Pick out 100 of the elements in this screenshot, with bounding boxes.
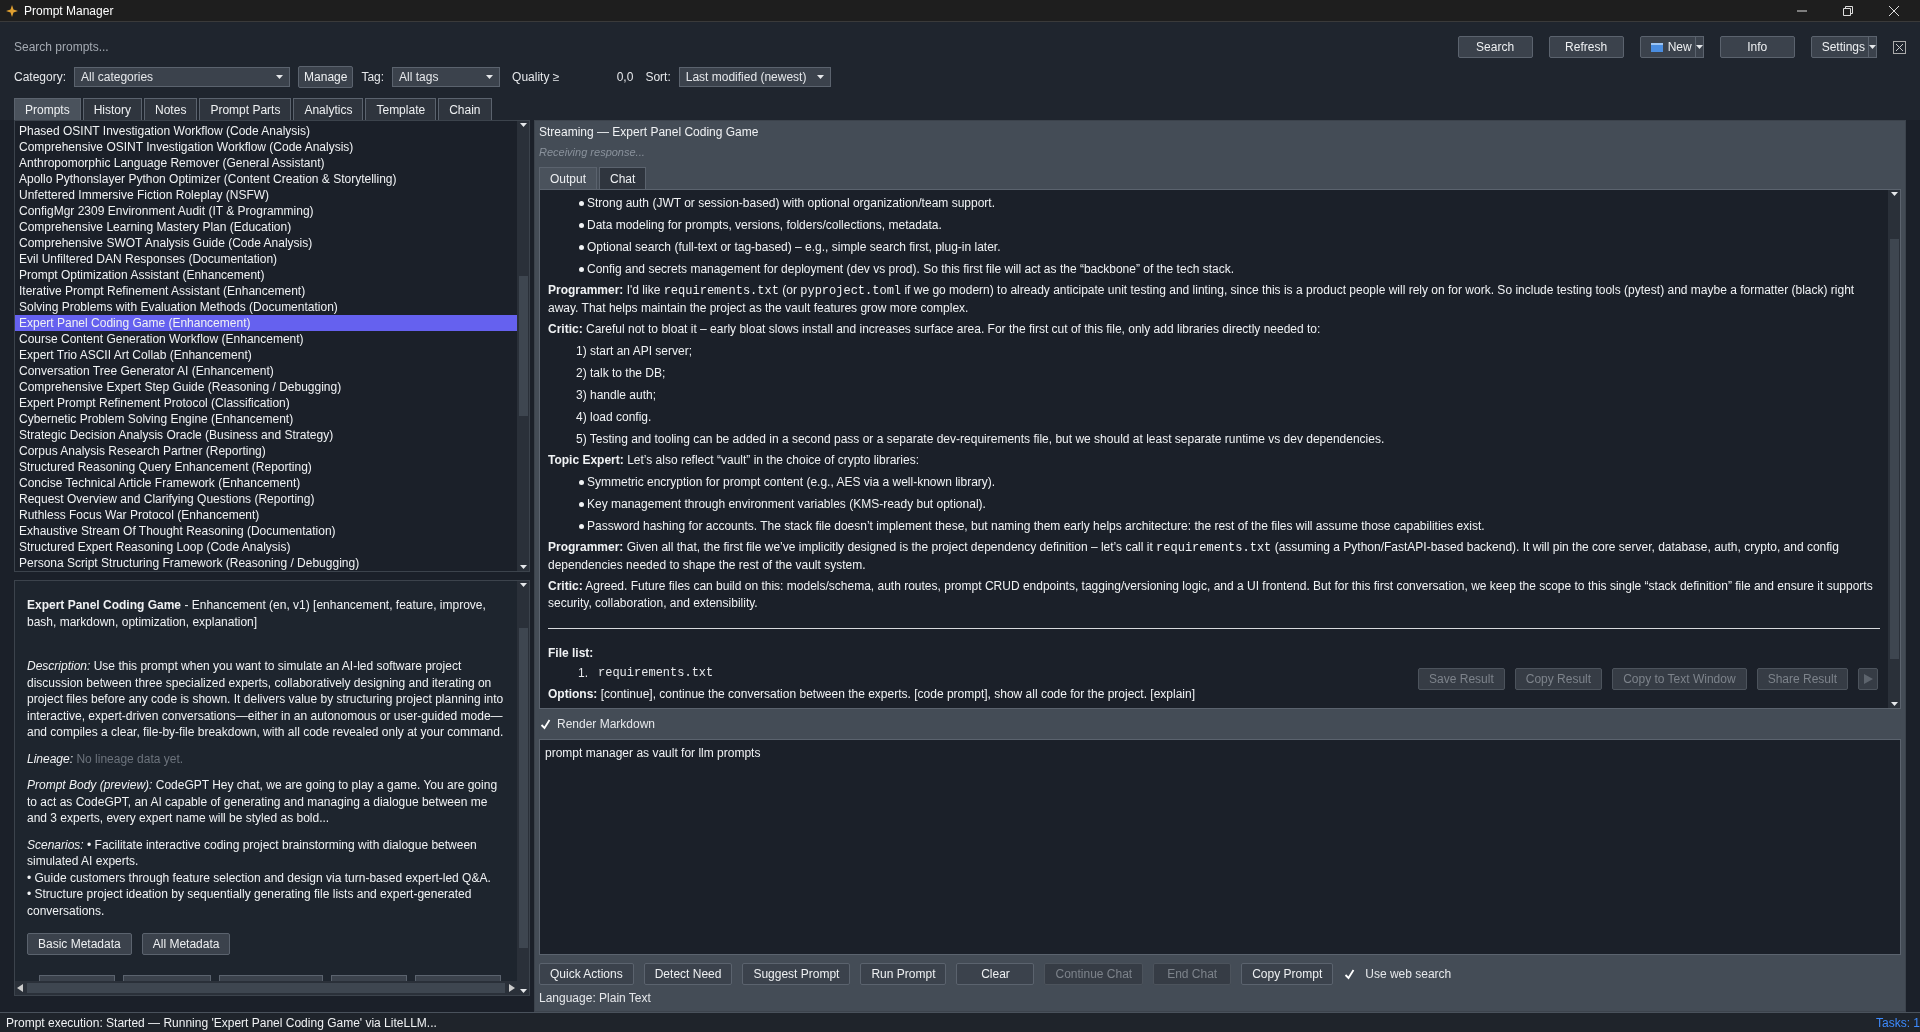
prompt-list-item[interactable]: Exhaustive Stream Of Thought Reasoning (Documentation) (15, 523, 517, 539)
prompt-list-item[interactable]: Phased OSINT Investigation Workflow (Code Analysis) (15, 123, 517, 139)
scrollbar[interactable] (517, 121, 529, 571)
scrollbar[interactable] (517, 581, 529, 995)
caret-icon (816, 75, 824, 79)
render-markdown-label: Render Markdown (557, 717, 656, 731)
prompt-list-item[interactable]: Cybernetic Problem Solving Engine (Enhancement) (15, 411, 517, 427)
prompt-list-item[interactable]: Iterative Prompt Refinement Assistant (Enhancement) (15, 283, 517, 299)
prompt-list-item[interactable]: Concise Technical Article Framework (Enhancement) (15, 475, 517, 491)
prompt-list-item[interactable]: Prompt Optimization Assistant (Enhancement) (15, 267, 517, 283)
tab[interactable]: Analytics (293, 98, 364, 120)
dropdown-button[interactable] (1868, 36, 1877, 58)
clipped-button[interactable] (415, 975, 501, 981)
horizontal-scrollbar[interactable] (15, 981, 517, 995)
tab[interactable]: Notes (144, 98, 198, 120)
bullet-item: Symmetric encryption for prompt content (e.g., AES via a well-known library). (587, 474, 996, 491)
dialogue-paragraph: Programmer: I'd like requirements.txt (or pyproject.toml if we go modern) to already anticipate unit testing and linting, since this is a product people will rely on for work. So include testing tools (pytest) and maybe a formatter (black) right away. That helps maintain the project as the vault features grow more complex. (548, 282, 1856, 317)
bullet-icon (579, 501, 584, 507)
action-button[interactable]: Clear (956, 963, 1035, 985)
window-title: Prompt Manager (24, 3, 115, 18)
caret-icon (1890, 192, 1898, 196)
prompt-list-item[interactable]: Comprehensive Expert Step Guide (Reasoning / Debugging) (15, 379, 517, 395)
tab[interactable]: History (82, 98, 143, 120)
manage-button[interactable]: Manage (298, 66, 354, 88)
quality-value[interactable]: 0,0 (567, 70, 634, 84)
search-field[interactable]: Search prompts... (14, 36, 1450, 58)
category-dropdown[interactable]: All categories (74, 67, 291, 87)
prompt-list-item[interactable]: Expert Panel Coding Game (Enhancement) (15, 315, 517, 331)
prompt-list-item[interactable]: Conversation Tree Generator AI (Enhancement) (15, 363, 517, 379)
app-icon (6, 4, 18, 17)
scroll-left-icon[interactable] (17, 984, 23, 992)
prompt-list-item[interactable]: Comprehensive Learning Mastery Plan (Education) (15, 219, 517, 235)
tag-dropdown[interactable]: All tags (392, 67, 501, 87)
toolbar-button[interactable]: Search (1457, 36, 1533, 58)
prompt-list-item[interactable]: Strategic Decision Analysis Oracle (Business and Strategy) (15, 427, 517, 443)
action-button[interactable]: Detect Need (643, 963, 733, 985)
scroll-right-icon[interactable] (509, 984, 515, 992)
caret-icon (519, 123, 527, 127)
dialogue-paragraph: Options: [continue], continue the conversation between the experts. [code prompt], show all code for the project. [explain] (548, 686, 1196, 703)
prompt-list-item[interactable]: Anthropomorphic Language Remover (General Assistant) (15, 155, 517, 171)
clipped-button[interactable] (331, 975, 407, 981)
tab[interactable]: Chain (438, 98, 492, 120)
scrollbar[interactable] (1888, 190, 1900, 708)
prompt-list-item[interactable]: Course Content Generation Workflow (Enhancement) (15, 331, 517, 347)
list-number: 1. (577, 666, 588, 680)
prompt-list-item[interactable]: Comprehensive OSINT Investigation Workflow (Code Analysis) (15, 139, 517, 155)
prompt-list-item[interactable]: Comprehensive SWOT Analysis Guide (Code Analysis) (15, 235, 517, 251)
clipped-button[interactable] (219, 975, 323, 981)
tab[interactable]: Template (365, 98, 437, 120)
numbered-item: 5) Testing and tooling can be added in a second pass or a separate dev-requirements file, but we should at least separate runtime vs dev dependencies. (575, 431, 1386, 448)
bullet-item: Data modeling for prompts, versions, folders/collections, metadata. (587, 217, 942, 234)
prompt-list-item[interactable]: Expert Trio ASCII Art Collab (Enhancement) (15, 347, 517, 363)
prompt-list-item[interactable]: Ruthless Focus War Protocol (Enhancement) (15, 507, 517, 523)
tab[interactable]: Chat (599, 167, 647, 189)
prompt-list-item[interactable]: Solving Problems with Evaluation Methods (Documentation) (15, 299, 517, 315)
prompt-list-item[interactable]: Structured Expert Reasoning Loop (Code Analysis) (15, 539, 517, 555)
scrollbar-thumb[interactable] (518, 628, 528, 948)
metadata-button[interactable]: All Metadata (141, 933, 231, 955)
restore-icon[interactable] (1843, 5, 1853, 16)
bullet-item: Key management through environment variables (KMS-ready but optional). (587, 496, 986, 513)
prompt-list-item[interactable]: Persona Script Structuring Framework (Reasoning / Debugging) (15, 555, 517, 571)
checkbox[interactable] (1343, 968, 1356, 980)
scrollbar-thumb[interactable] (518, 276, 528, 416)
bullet-icon (579, 244, 584, 250)
close-icon[interactable] (1893, 40, 1906, 54)
toolbar-button[interactable]: Info (1719, 36, 1795, 58)
prompt-list-item[interactable]: Apollo Pythonslayer Python Optimizer (Content Creation & Storytelling) (15, 171, 517, 187)
metadata-button[interactable]: Basic Metadata (27, 933, 132, 955)
prompt-list-item[interactable]: Evil Unfiltered DAN Responses (Documentation) (15, 251, 517, 267)
dropdown-button[interactable] (1694, 36, 1704, 58)
scrollbar-thumb[interactable] (1889, 239, 1899, 659)
tab[interactable]: Output (539, 167, 598, 189)
prompt-list-item[interactable]: Unfettered Immersive Fiction Roleplay (NSFW) (15, 187, 517, 203)
toolbar-button[interactable]: Refresh (1548, 36, 1624, 58)
bullet-item: Strong auth (JWT or session-based) with optional organization/team support. (587, 195, 995, 212)
caret-icon (486, 75, 494, 79)
prompt-list-item[interactable]: Structured Reasoning Query Enhancement (Reporting) (15, 459, 517, 475)
prompt-list-item[interactable]: Expert Prompt Refinement Protocol (Classification) (15, 395, 517, 411)
bullet-item: Optional search (full-text or tag-based) – e.g., simple search first, plug-in later. (587, 239, 1001, 256)
bullet-icon (579, 479, 584, 485)
tab[interactable]: Prompt Parts (199, 98, 292, 120)
clipped-button[interactable] (123, 975, 211, 981)
prompt-list-item[interactable]: Request Overview and Clarifying Questions (Reporting) (15, 491, 517, 507)
clipped-button[interactable] (39, 975, 115, 981)
action-button[interactable]: Suggest Prompt (742, 963, 851, 985)
bullet-icon (579, 523, 584, 529)
status-field[interactable]: Receiving response... (539, 145, 1901, 159)
dialogue-paragraph: Topic Expert: Let’s also reflect “vault” in the choice of crypto libraries: (548, 452, 921, 469)
action-button[interactable]: Run Prompt (860, 963, 947, 985)
detail-paragraph: Scenarios: • Facilitate interactive coding project brainstorming with dialogue between simulated AI experts. • Guide customers through feature selection and design via turn-based expert-led Q&A. • Structure project ideation by sequentially generating file lists and expert-generated conversations. (27, 836, 492, 919)
prompt-list-item[interactable]: Corpus Analysis Research Partner (Reporting) (15, 443, 517, 459)
action-button[interactable]: Copy Prompt (1241, 963, 1334, 985)
bullet-icon (579, 266, 584, 272)
prompt-list-item[interactable]: ConfigMgr 2309 Environment Audit (IT & Programming) (15, 203, 517, 219)
tab[interactable]: Prompts (14, 98, 81, 120)
sort-dropdown[interactable]: Last modified (newest) (678, 67, 831, 87)
checkbox[interactable] (539, 718, 551, 730)
category-label: Category: (14, 70, 67, 84)
prompt-input[interactable]: prompt manager as vault for llm prompts (539, 739, 1901, 955)
action-button[interactable]: Quick Actions (539, 963, 634, 985)
